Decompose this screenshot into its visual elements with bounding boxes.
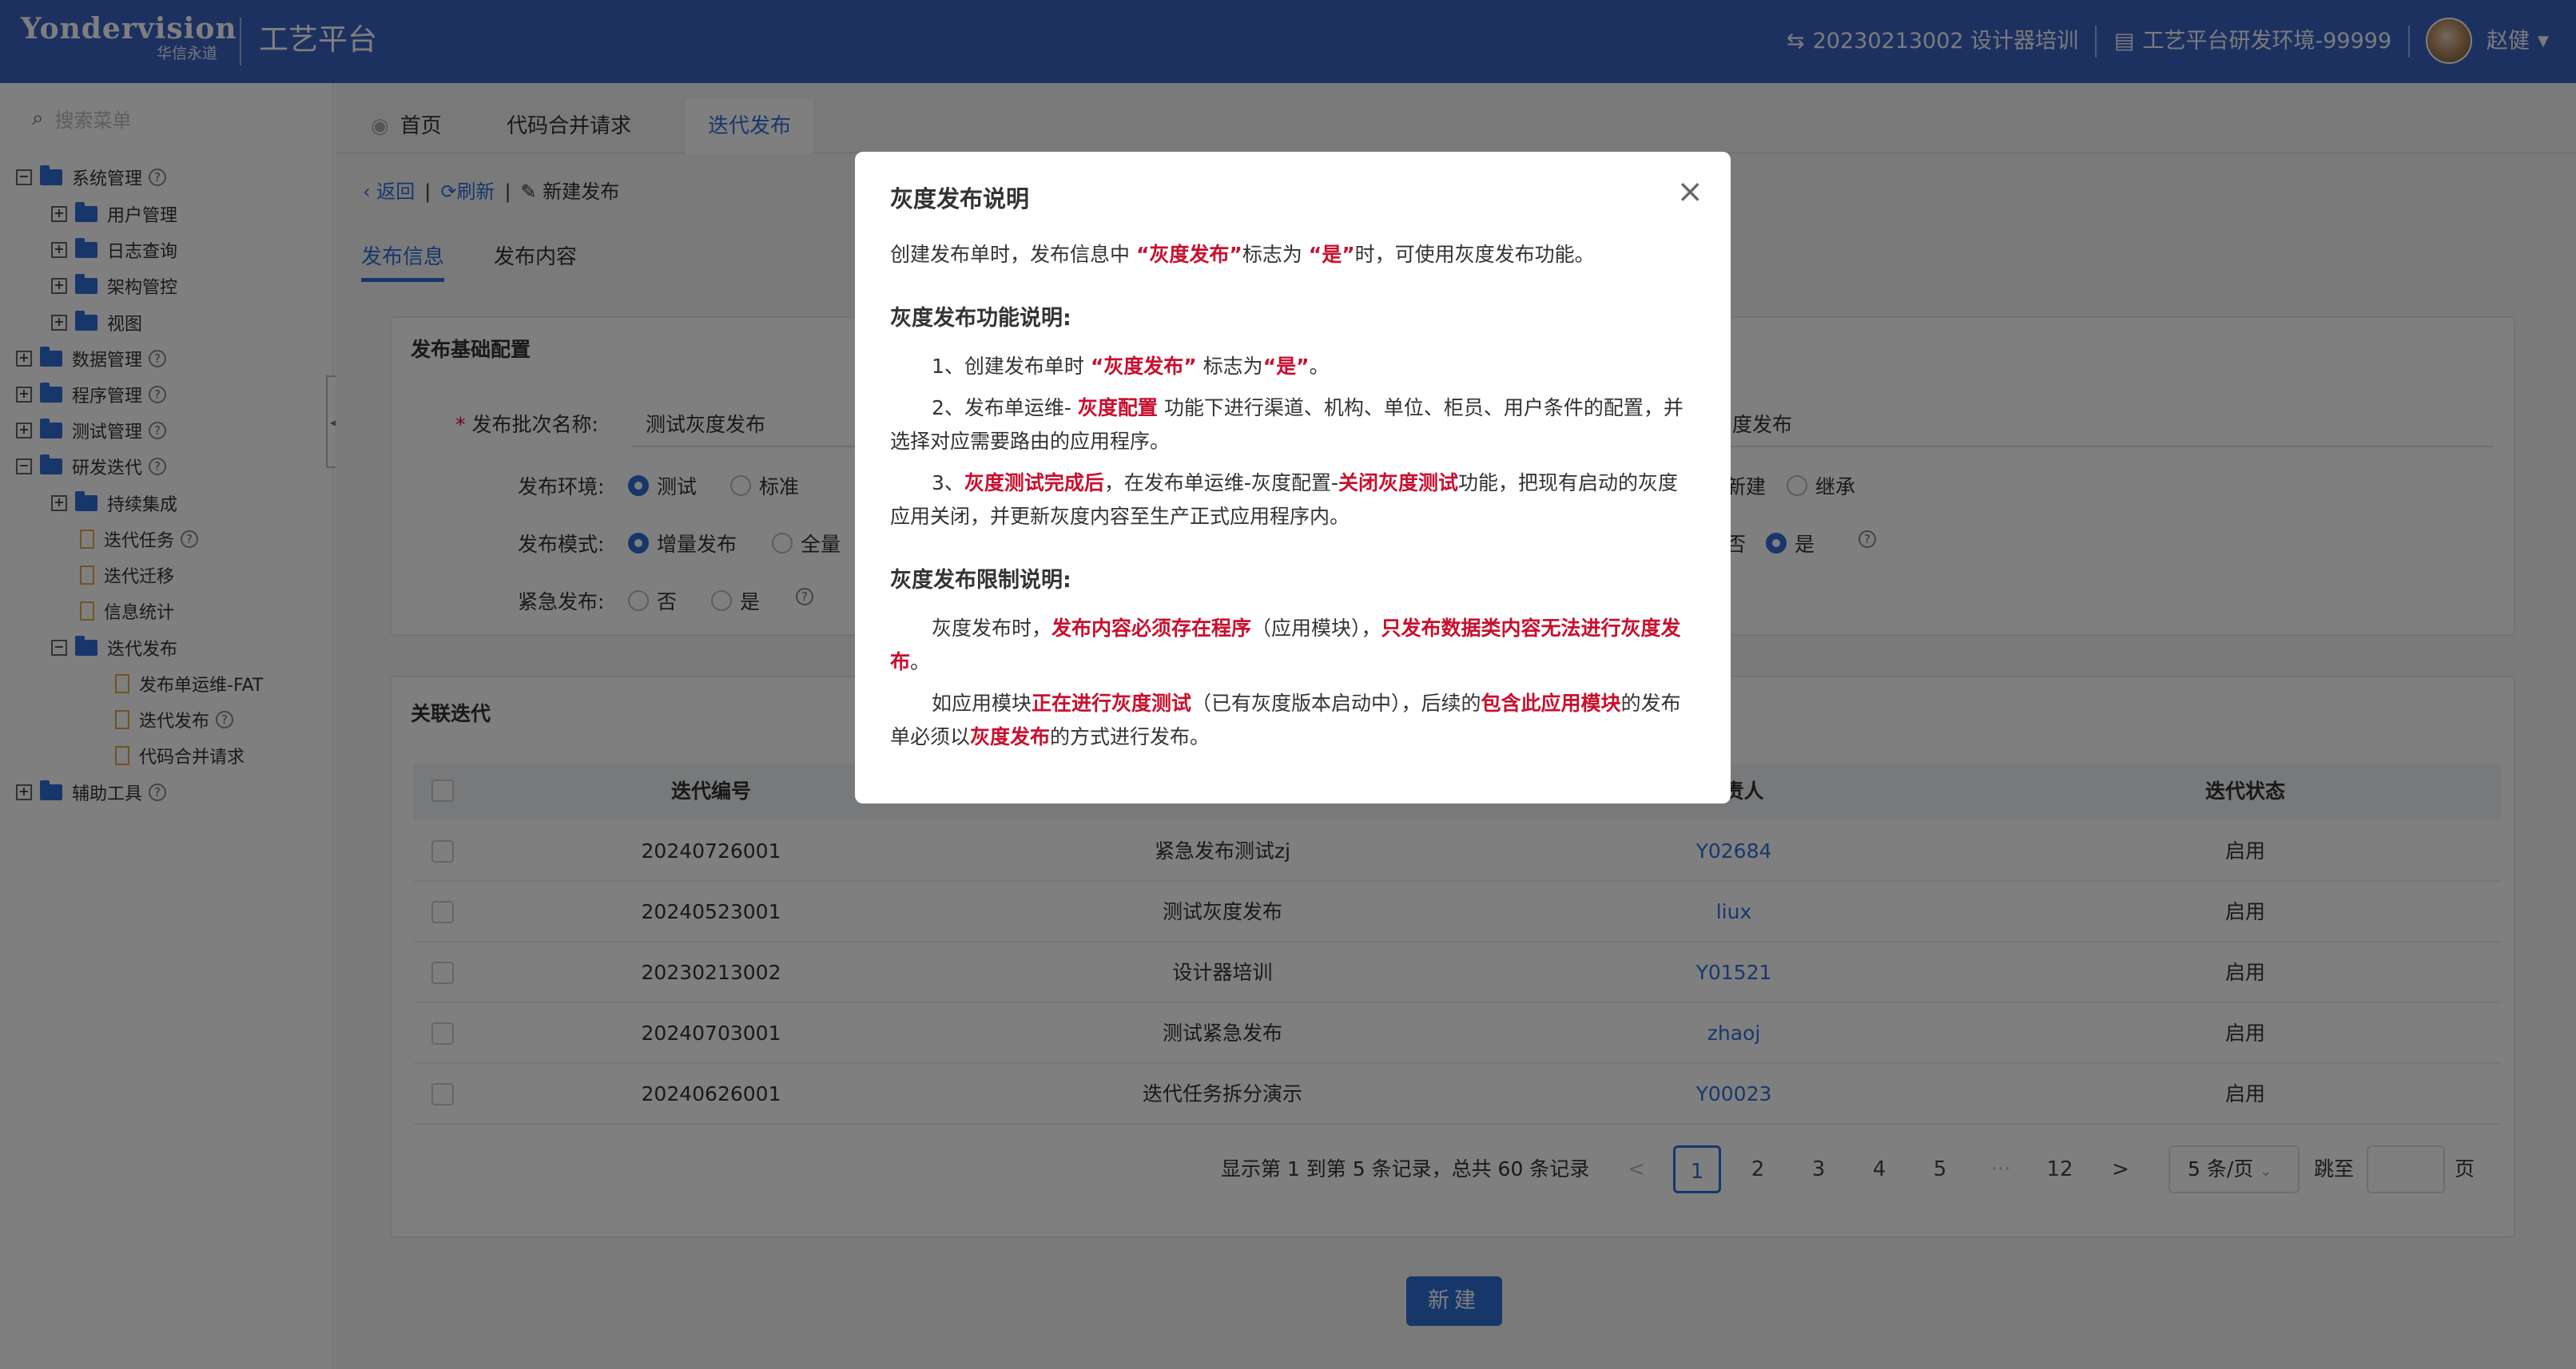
limit-item-1: 灰度发布时，发布内容必须存在程序（应用模块），只发布数据类内容无法进行灰度发布。	[890, 617, 1681, 673]
dialog-title: 灰度发布说明	[890, 185, 1030, 212]
function-item-2: 2、发布单运维- 灰度配置 功能下进行渠道、机构、单位、柜员、用户条件的配置，并…	[890, 396, 1684, 453]
dialog-intro: 创建发布单时，发布信息中 “灰度发布”标志为 “是”时，可使用灰度发布功能。	[890, 243, 1595, 266]
gray-release-info-dialog: 灰度发布说明 × 创建发布单时，发布信息中 “灰度发布”标志为 “是”时，可使用…	[855, 152, 1731, 804]
close-icon[interactable]: ×	[1676, 174, 1703, 209]
function-item-1: 1、创建发布单时 “灰度发布” 标志为“是”。	[932, 355, 1330, 378]
limit-item-2: 如应用模块正在进行灰度测试（已有灰度版本启动中），后续的包含此应用模块的发布单必…	[890, 692, 1681, 748]
limit-section-title: 灰度发布限制说明:	[890, 568, 1071, 593]
function-item-3: 3、灰度测试完成后，在发布单运维-灰度配置-关闭灰度测试功能，把现有启动的灰度应…	[890, 471, 1678, 528]
function-section-title: 灰度发布功能说明:	[890, 306, 1071, 331]
